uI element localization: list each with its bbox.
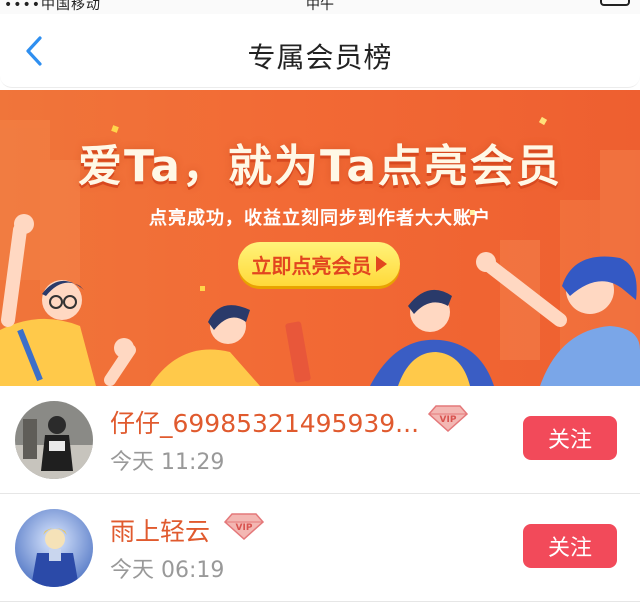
person-center-left-figure — [104, 305, 311, 386]
status-bar: ••••中国移动 中午 — [0, 0, 640, 14]
svg-text:VIP: VIP — [440, 415, 457, 425]
member-row[interactable]: 雨上轻云 VIP 今天 06:19 关注 — [0, 494, 640, 602]
member-row[interactable]: 仔仔_69985321495939... VIP 今天 11:29 关注 — [0, 386, 640, 494]
battery-icon — [600, 0, 630, 6]
avatar-image — [15, 401, 93, 479]
member-time: 今天 11:29 — [110, 450, 225, 475]
member-name[interactable]: 雨上轻云 — [110, 512, 210, 548]
carrier-label: ••••中国移动 — [4, 0, 102, 13]
avatar[interactable] — [15, 509, 93, 587]
person-center-right-figure — [370, 289, 494, 386]
page-title: 专属会员榜 — [247, 41, 393, 74]
light-up-member-button[interactable]: 立即点亮会员 — [238, 242, 400, 286]
follow-button[interactable]: 关注 — [523, 524, 617, 568]
member-list: 仔仔_69985321495939... VIP 今天 11:29 关注 雨上轻… — [0, 386, 640, 602]
vip-gem-icon: VIP — [427, 404, 469, 433]
banner-subtitle: 点亮成功，收益立刻同步到作者大大账户 — [149, 208, 491, 229]
avatar-image — [15, 509, 93, 587]
svg-text:VIP: VIP — [236, 523, 253, 533]
cta-label: 立即点亮会员 — [251, 253, 372, 278]
clock-label: 中午 — [306, 0, 334, 13]
member-name[interactable]: 仔仔_69985321495939... — [110, 404, 419, 440]
promo-banner[interactable]: 爱Ta，就为Ta点亮会员 点亮成功，收益立刻同步到作者大大账户 立即点亮会员 — [0, 90, 640, 386]
play-arrow-icon — [375, 256, 387, 272]
vip-gem-icon: VIP — [223, 512, 265, 541]
avatar[interactable] — [15, 401, 93, 479]
member-time: 今天 06:19 — [110, 558, 225, 583]
nav-header: 专属会员榜 — [0, 14, 640, 88]
follow-button[interactable]: 关注 — [523, 416, 617, 460]
banner-title: 爱Ta，就为Ta点亮会员 — [77, 141, 563, 192]
